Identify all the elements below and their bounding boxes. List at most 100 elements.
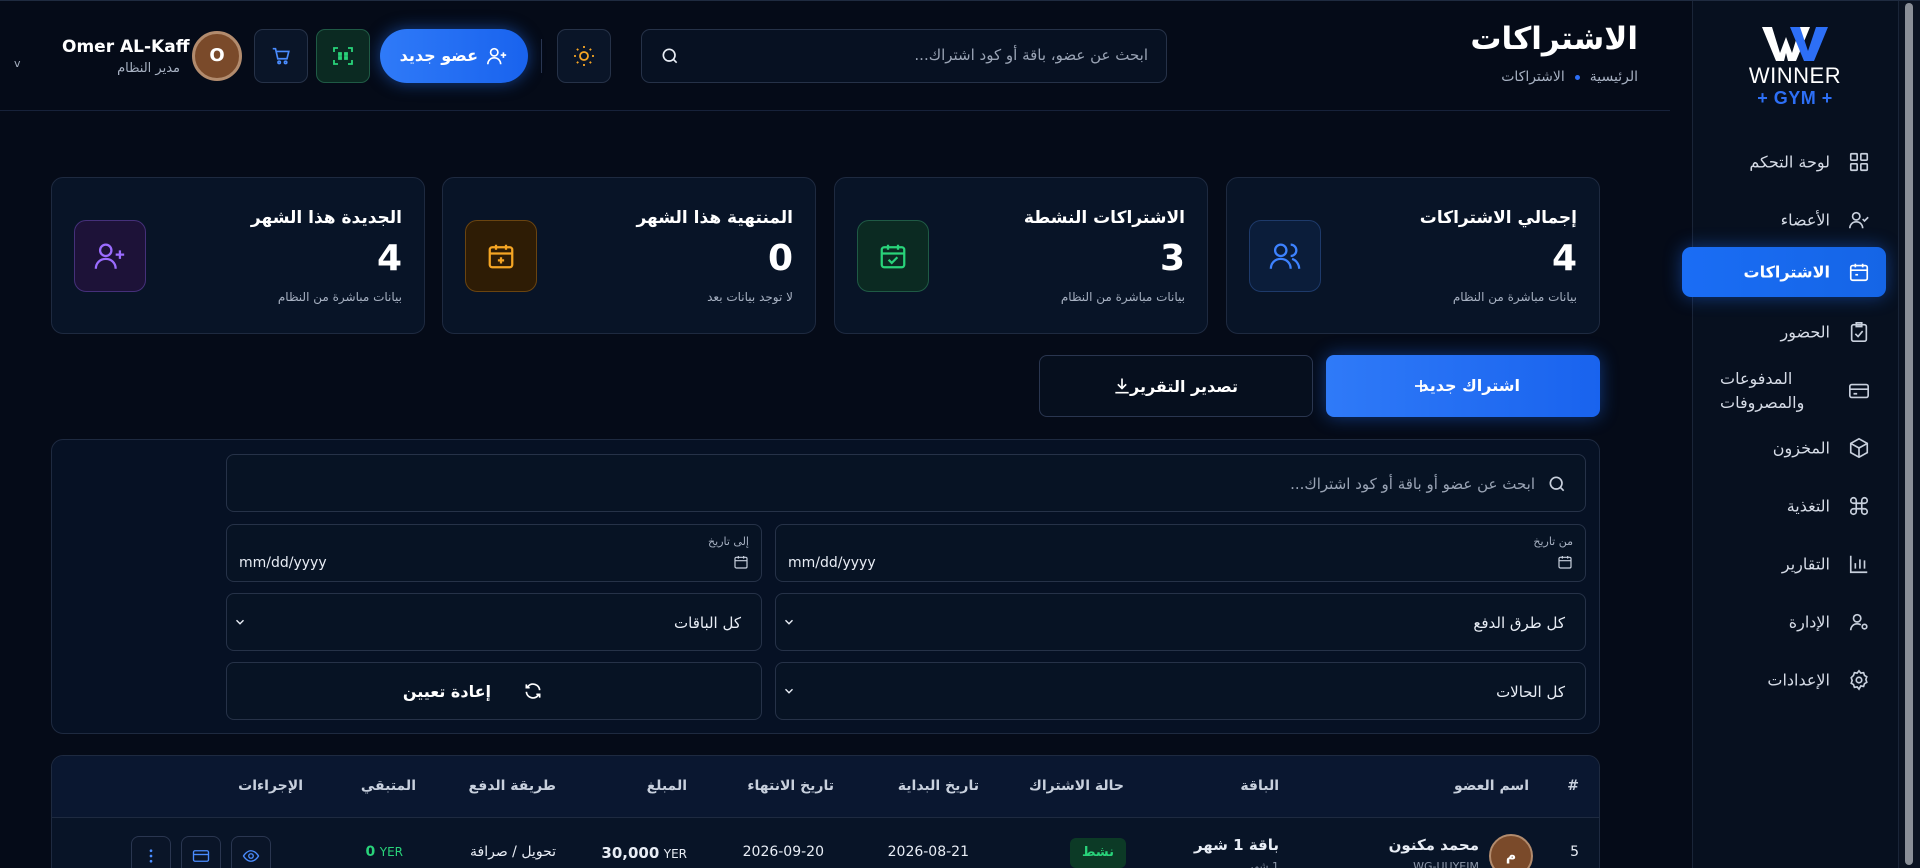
to-date-value: mm/dd/yyyy bbox=[239, 555, 327, 571]
sidebar-item-dashboard[interactable]: لوحة التحكم bbox=[1682, 137, 1886, 187]
export-report-button[interactable]: تصدير التقرير bbox=[1039, 355, 1313, 417]
top-header: الاشتراكات الرئيسية الاشتراكات ابحث عن ع… bbox=[0, 1, 1670, 111]
sidebar-item-attendance[interactable]: الحضور bbox=[1682, 307, 1886, 357]
new-member-label: عضو جديد bbox=[399, 46, 478, 65]
sidebar-item-nutrition[interactable]: التغذية bbox=[1682, 481, 1886, 531]
package-select[interactable]: كل الباقات bbox=[226, 593, 762, 651]
start-date: 2026-08-21 bbox=[887, 844, 969, 860]
col-member[interactable]: اسم العضو bbox=[1454, 778, 1529, 794]
calendar-plus-icon bbox=[488, 244, 514, 269]
payment-method: تحويل / صرافة bbox=[470, 844, 556, 860]
brand-logo[interactable]: WINNER + GYM + bbox=[1734, 23, 1856, 109]
stat-card-total: إجمالي الاشتراكات 4 بيانات مباشرة من الن… bbox=[1226, 177, 1600, 334]
from-date-label: من تاريخ bbox=[1533, 535, 1573, 548]
reset-filters-button[interactable]: إعادة تعيين bbox=[226, 662, 762, 720]
payment-method-select[interactable]: كل طرق الدفع bbox=[775, 593, 1586, 651]
from-date-field[interactable]: من تاريخ mm/dd/yyyy bbox=[775, 524, 1586, 582]
stat-title: إجمالي الاشتراكات bbox=[1419, 208, 1577, 228]
gear-icon bbox=[1850, 669, 1868, 691]
stat-icon-box bbox=[74, 220, 146, 292]
new-member-button[interactable]: عضو جديد bbox=[380, 29, 528, 83]
col-start-date[interactable]: تاريخ البداية bbox=[898, 778, 979, 794]
sidebar-item-label: الأعضاء bbox=[1780, 210, 1830, 230]
sidebar-item-label: الاشتراكات bbox=[1743, 262, 1831, 282]
stat-title: المنتهية هذا الشهر bbox=[636, 208, 793, 228]
refresh-icon bbox=[525, 683, 541, 699]
status-select[interactable]: كل الحالات bbox=[775, 662, 1586, 720]
clipboard-check-icon bbox=[1850, 322, 1868, 342]
amount-value: 30,000 bbox=[601, 844, 660, 862]
sidebar-item-label: الإدارة bbox=[1788, 612, 1830, 632]
theme-toggle-button[interactable] bbox=[557, 29, 611, 83]
brand-sub: + GYM + bbox=[1757, 88, 1833, 108]
stat-title: الاشتراكات النشطة bbox=[1023, 208, 1185, 228]
sidebar-item-inventory[interactable]: المخزون bbox=[1682, 423, 1886, 473]
to-date-field[interactable]: إلى تاريخ mm/dd/yyyy bbox=[226, 524, 762, 582]
global-search-input[interactable]: ابحث عن عضو، باقة أو كود اشتراك... bbox=[641, 29, 1167, 83]
member-name[interactable]: محمد مكنون bbox=[1389, 836, 1479, 854]
user-avatar[interactable]: O bbox=[192, 31, 242, 81]
sidebar-item-administration[interactable]: الإدارة bbox=[1682, 597, 1886, 647]
amount-currency: YER bbox=[663, 847, 687, 861]
col-package[interactable]: الباقة bbox=[1240, 778, 1279, 794]
stat-value: 0 bbox=[767, 238, 793, 279]
breadcrumb-separator bbox=[1574, 74, 1580, 80]
user-menu-caret[interactable]: v bbox=[14, 57, 21, 70]
view-button[interactable] bbox=[231, 836, 271, 868]
sidebar-item-members[interactable]: الأعضاء bbox=[1682, 195, 1886, 245]
end-date: 2026-09-20 bbox=[742, 844, 824, 860]
filter-search-input[interactable]: ابحث عن عضو أو باقة أو كود اشتراك... bbox=[226, 454, 1586, 512]
subscriptions-table: # اسم العضو الباقة حالة الاشتراك تاريخ ا… bbox=[51, 755, 1600, 868]
search-icon bbox=[662, 48, 678, 64]
scan-qr-button[interactable] bbox=[316, 29, 370, 83]
col-amount[interactable]: المبلغ bbox=[647, 778, 687, 794]
eye-icon bbox=[242, 850, 260, 862]
credit-card-icon bbox=[1849, 383, 1869, 399]
status-badge: نشط bbox=[1070, 838, 1126, 868]
users-check-icon bbox=[1849, 211, 1869, 229]
header-divider bbox=[541, 39, 542, 73]
chevron-down-icon bbox=[236, 619, 244, 625]
sidebar-item-label: لوحة التحكم bbox=[1749, 152, 1830, 172]
scan-icon bbox=[333, 47, 353, 65]
user-cog-icon bbox=[1849, 613, 1868, 631]
col-payment[interactable]: طريقة الدفع bbox=[469, 778, 556, 794]
filters-panel: ابحث عن عضو أو باقة أو كود اشتراك... من … bbox=[51, 439, 1600, 734]
brand-word: WINNER bbox=[1748, 63, 1842, 88]
col-status[interactable]: حالة الاشتراك bbox=[1029, 778, 1124, 794]
winner-logo-mark bbox=[1762, 27, 1828, 61]
sidebar-item-payments[interactable]: المدفوعات والمصروفات bbox=[1682, 365, 1886, 417]
calendar-icon[interactable] bbox=[1557, 554, 1573, 570]
col-end-date[interactable]: تاريخ الانتهاء bbox=[747, 778, 834, 794]
sidebar-item-reports[interactable]: التقارير bbox=[1682, 539, 1886, 589]
search-icon bbox=[1549, 476, 1565, 492]
scrollbar-thumb[interactable] bbox=[1905, 3, 1913, 865]
sidebar-item-label: التغذية bbox=[1786, 496, 1830, 516]
page-scrollbar[interactable] bbox=[1898, 1, 1920, 868]
sidebar-item-settings[interactable]: الإعدادات bbox=[1682, 655, 1886, 705]
calendar-icon[interactable] bbox=[733, 554, 749, 570]
sidebar-item-label: الإعدادات bbox=[1767, 670, 1830, 690]
sidebar-item-subscriptions[interactable]: الاشتراكات bbox=[1682, 247, 1886, 297]
breadcrumb-home[interactable]: الرئيسية bbox=[1590, 69, 1638, 85]
status-value: كل الحالات bbox=[1496, 683, 1565, 701]
remaining-currency: YER bbox=[379, 845, 403, 859]
stat-subtitle: بيانات مباشرة من النظام bbox=[1452, 290, 1577, 304]
cart-icon bbox=[272, 47, 290, 65]
stat-card-new: الجديدة هذا الشهر 4 بيانات مباشرة من الن… bbox=[51, 177, 425, 334]
users-icon bbox=[1269, 243, 1301, 269]
table-header: # اسم العضو الباقة حالة الاشتراك تاريخ ا… bbox=[52, 756, 1599, 818]
col-remaining[interactable]: المتبقي bbox=[361, 778, 416, 794]
new-subscription-button[interactable]: اشتراك جديد bbox=[1326, 355, 1600, 417]
stat-value: 4 bbox=[376, 238, 402, 279]
calendar-check-icon bbox=[880, 244, 906, 269]
cart-button[interactable] bbox=[254, 29, 308, 83]
box-icon bbox=[1849, 437, 1869, 459]
user-name[interactable]: Omer AL-Kaff bbox=[62, 37, 189, 57]
stat-card-expiring: المنتهية هذا الشهر 0 لا توجد بيانات بعد bbox=[442, 177, 816, 334]
payment-button[interactable] bbox=[181, 836, 221, 868]
sidebar: WINNER + GYM + لوحة التحكم الأعضاء الاشت… bbox=[1682, 1, 1898, 868]
more-options-button[interactable] bbox=[131, 836, 171, 868]
remaining-value: 0 bbox=[365, 844, 376, 860]
sun-icon bbox=[574, 46, 594, 66]
